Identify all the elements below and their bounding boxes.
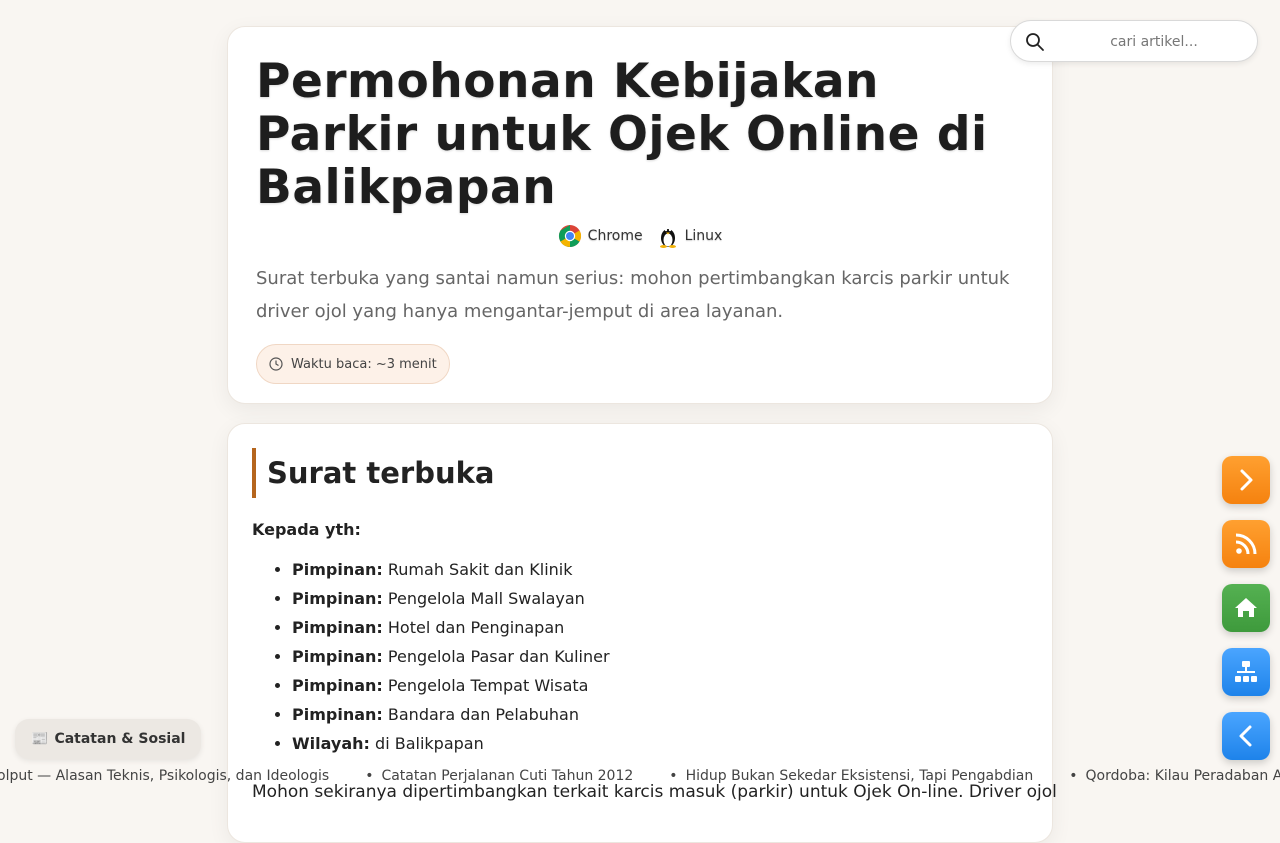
environment-badges: Chrome Linux — [256, 224, 1024, 248]
recipient-name: Pengelola Pasar dan Kuliner — [387, 647, 610, 666]
hero-card: Permohonan Kebijakan Parkir untuk Ojek O… — [227, 26, 1053, 404]
recipient-role: Pimpinan: — [292, 705, 383, 724]
rss-icon — [1235, 533, 1257, 555]
chrome-icon — [558, 225, 581, 247]
recipient-name: Rumah Sakit dan Klinik — [387, 560, 573, 579]
list-item: Pimpinan: Hotel dan Penginapan — [292, 613, 1028, 642]
os-label: Linux — [684, 228, 723, 244]
ticker-track: olput — Alasan Teknis, Psikologis, dan I… — [0, 768, 1280, 784]
ticker-bullet: • — [669, 768, 678, 784]
clock-icon — [269, 357, 283, 371]
recipient-name: di Balikpapan — [375, 734, 484, 753]
list-item: Wilayah: di Balikpapan — [292, 729, 1028, 758]
chevron-left-icon — [1239, 725, 1252, 747]
search-icon — [1026, 33, 1044, 51]
reading-time-label: Waktu baca: ~3 menit — [291, 356, 437, 372]
notes-social-label: Catatan & Sosial — [54, 731, 186, 747]
list-item: Pimpinan: Bandara dan Pelabuhan — [292, 700, 1028, 729]
search-input[interactable] — [1059, 29, 1249, 55]
chevron-right-icon — [1240, 469, 1253, 491]
list-item: Pimpinan: Pengelola Tempat Wisata — [292, 671, 1028, 700]
article-ticker: olput — Alasan Teknis, Psikologis, dan I… — [0, 766, 1280, 788]
next-button[interactable] — [1222, 456, 1270, 504]
ticker-item[interactable]: Hidup Bukan Sekedar Eksistensi, Tapi Pen… — [686, 768, 1034, 784]
salutation: Kepada yth: — [252, 520, 361, 539]
home-button[interactable] — [1222, 584, 1270, 632]
recipient-role: Pimpinan: — [292, 618, 383, 637]
browser-label: Chrome — [587, 228, 643, 244]
ticker-item[interactable]: olput — Alasan Teknis, Psikologis, dan I… — [0, 768, 329, 784]
recipient-name: Pengelola Mall Swalayan — [387, 589, 585, 608]
recipient-role: Wilayah: — [292, 734, 370, 753]
recipient-name: Hotel dan Penginapan — [387, 618, 565, 637]
rss-button[interactable] — [1222, 520, 1270, 568]
ticker-item[interactable]: Catatan Perjalanan Cuti Tahun 2012 — [381, 768, 633, 784]
ticker-bullet: • — [1069, 768, 1078, 784]
recipient-role: Pimpinan: — [292, 647, 383, 666]
home-icon — [1235, 598, 1257, 617]
sitemap-icon — [1235, 661, 1257, 682]
recipient-name: Bandara dan Pelabuhan — [387, 705, 579, 724]
recipient-role: Pimpinan: — [292, 676, 383, 695]
recipient-role: Pimpinan: — [292, 589, 383, 608]
list-item: Pimpinan: Pengelola Mall Swalayan — [292, 584, 1028, 613]
notes-social-button[interactable]: 📰 Catatan & Sosial — [15, 719, 202, 759]
newspaper-icon: 📰 — [31, 731, 49, 747]
list-item: Pimpinan: Pengelola Pasar dan Kuliner — [292, 642, 1028, 671]
section-heading: Surat terbuka — [252, 448, 1028, 498]
browser-badge: Chrome — [558, 224, 643, 248]
reading-time-badge: Waktu baca: ~3 menit — [256, 344, 450, 384]
list-item: Pimpinan: Rumah Sakit dan Klinik — [292, 555, 1028, 584]
ticker-bullet: • — [365, 768, 374, 784]
search-box[interactable] — [1010, 20, 1258, 62]
article-subtitle: Surat terbuka yang santai namun serius: … — [256, 268, 1010, 322]
back-button[interactable] — [1222, 712, 1270, 760]
linux-tux-icon — [659, 228, 676, 248]
page-title: Permohonan Kebijakan Parkir untuk Ojek O… — [256, 54, 988, 215]
recipient-name: Pengelola Tempat Wisata — [387, 676, 589, 695]
recipient-role: Pimpinan: — [292, 560, 383, 579]
ticker-item[interactable]: Qordoba: Kilau Peradaban Andalusia — [1086, 768, 1280, 784]
os-badge: Linux — [657, 224, 723, 248]
sitemap-button[interactable] — [1222, 648, 1270, 696]
recipient-list: Pimpinan: Rumah Sakit dan Klinik Pimpina… — [252, 555, 1028, 758]
